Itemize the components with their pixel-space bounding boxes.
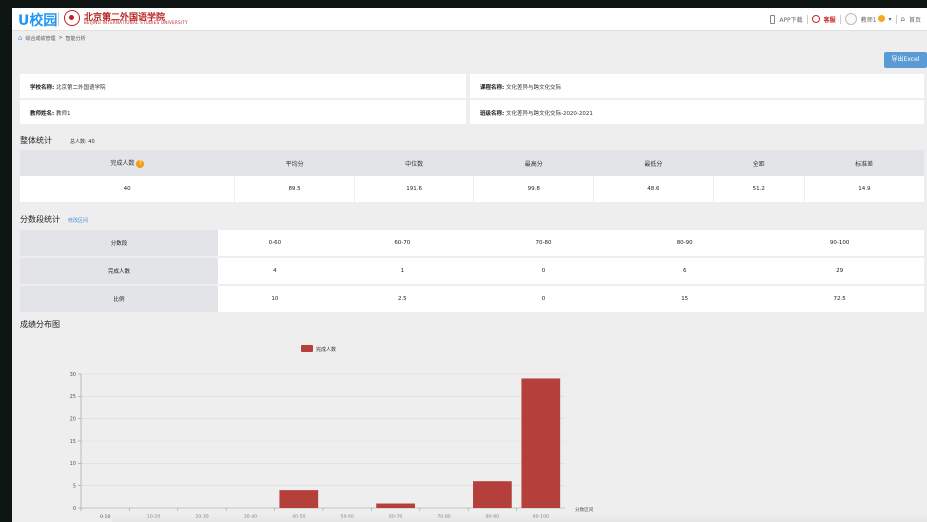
- bar: [279, 490, 319, 508]
- table-cell: 6: [614, 257, 756, 286]
- value-average: 89.5: [234, 176, 355, 202]
- value-stddev: 14.9: [803, 176, 924, 202]
- table-row: 分数段 0-60 60-70 70-80 80-90 90-100: [20, 230, 924, 258]
- y-tick-label: 25: [70, 394, 76, 400]
- top-bar: U校园 北京第二外国语学院 BEIJING INTERNATIONAL STUD…: [12, 8, 927, 31]
- x-tick-label: 0-10: [100, 514, 111, 520]
- table-cell: 60-70: [331, 230, 473, 258]
- help-icon[interactable]: ?: [136, 159, 145, 168]
- row-label: 分数段: [20, 230, 218, 258]
- y-tick-label: 10: [70, 461, 76, 467]
- school-info-card: 学校名称: 北京第二外国语学院: [20, 74, 466, 98]
- bar: [473, 481, 512, 508]
- table-cell: 72.5: [755, 285, 924, 314]
- y-tick-label: 15: [70, 439, 76, 445]
- teacher-info-card: 教师姓名: 教师1: [20, 100, 466, 124]
- y-tick-label: 0: [73, 506, 76, 512]
- legend-swatch: [301, 345, 313, 352]
- header-max: 最高分: [473, 150, 594, 176]
- class-field: 班级名称: 文化差异与跨文化交际-2020-2021: [480, 111, 593, 117]
- header-min: 最低分: [593, 150, 714, 176]
- avatar[interactable]: [844, 13, 857, 25]
- notification-badge: [877, 14, 885, 22]
- divider: [895, 14, 897, 24]
- value-min: 48.6: [593, 176, 714, 202]
- chart-title: 成绩分布图: [20, 320, 60, 329]
- customer-service-icon: [811, 15, 820, 23]
- back-home-icon[interactable]: ⌂: [18, 34, 22, 42]
- teacher-field: 教师姓名: 教师1: [30, 111, 71, 117]
- breadcrumb-current: 智能分析: [65, 35, 86, 42]
- table-cell: 4: [218, 257, 332, 286]
- table-cell: 1: [331, 257, 473, 286]
- home-icon: ⌂: [900, 15, 905, 23]
- header-completed: 完成人数 ?: [20, 150, 235, 176]
- breadcrumb-parent[interactable]: 综合成绩管理: [25, 35, 55, 42]
- phone-icon: [770, 14, 776, 24]
- logo-divider: [58, 12, 59, 26]
- breadcrumb: ⌂ 综合成绩管理 > 智能分析: [18, 34, 86, 42]
- row-label: 比例: [20, 285, 218, 314]
- school-name-en: BEIJING INTERNATIONAL STUDIES UNIVERSITY: [84, 20, 188, 25]
- table-cell: 0: [472, 257, 615, 286]
- table-cell: 70-80: [472, 230, 615, 258]
- y-tick-label: 20: [70, 416, 76, 422]
- table-cell: 0-60: [218, 230, 332, 258]
- value-median: 191.6: [353, 176, 474, 202]
- value-range: 51.2: [712, 176, 805, 202]
- segment-stats-title: 分数段统计: [20, 215, 60, 224]
- y-tick-label: 5: [73, 483, 76, 489]
- user-name[interactable]: 教师1: [861, 14, 885, 24]
- header-average: 平均分: [234, 150, 355, 176]
- table-row: 完成人数 4 1 0 6 29: [20, 257, 924, 286]
- scroll-fade: [112, 513, 927, 522]
- home-link[interactable]: 首页: [909, 15, 921, 24]
- table-cell: 2.5: [331, 285, 473, 314]
- value-max: 99.8: [473, 176, 594, 202]
- segment-stats-table: 分数段 0-60 60-70 70-80 80-90 90-100 完成人数 4…: [20, 230, 924, 314]
- bar: [376, 503, 415, 508]
- app-screen: U校园 北京第二外国语学院 BEIJING INTERNATIONAL STUD…: [12, 8, 927, 522]
- export-excel-button[interactable]: 导出Excel: [884, 52, 927, 68]
- value-completed: 40: [20, 176, 235, 202]
- table-cell: 10: [218, 285, 332, 314]
- top-right-menu: APP下载 客服 教师1 ▾ ⌂ 首页: [770, 8, 921, 30]
- table-header-row: 完成人数 ? 平均分 中位数 最高分 最低分 全距 标准差: [20, 150, 924, 176]
- table-cell: 80-90: [614, 230, 756, 258]
- overall-stats-title: 整体统计: [20, 136, 52, 145]
- school-seal-icon: [64, 10, 80, 26]
- divider: [839, 14, 841, 24]
- class-info-card: 班级名称: 文化差异与跨文化交际-2020-2021: [470, 100, 924, 124]
- table-cell: 29: [755, 257, 924, 286]
- course-info-card: 课程名称: 文化差异与跨文化交际: [470, 74, 924, 98]
- header-median: 中位数: [354, 150, 474, 176]
- row-label: 完成人数: [20, 257, 218, 286]
- score-distribution-chart: 完成人数0510152025300-1010-2020-3030-4040-50…: [70, 345, 594, 520]
- overall-stats-table: 完成人数 ? 平均分 中位数 最高分 最低分 全距 标准差 40 89.5 19…: [20, 150, 924, 202]
- header-stddev: 标准差: [804, 150, 924, 176]
- ucampus-logo[interactable]: U校园: [18, 10, 57, 30]
- app-download-link[interactable]: APP下载: [779, 15, 802, 24]
- table-cell: 0: [472, 285, 615, 314]
- edit-interval-link[interactable]: 修改区间: [68, 217, 88, 224]
- table-row: 40 89.5 191.6 99.8 48.6 51.2 14.9: [20, 176, 924, 202]
- course-field: 课程名称: 文化差异与跨文化交际: [480, 85, 561, 91]
- table-row: 比例 10 2.5 0 15 72.5: [20, 285, 924, 314]
- bar: [521, 378, 561, 508]
- table-cell: 15: [614, 285, 756, 314]
- breadcrumb-separator: >: [58, 35, 63, 41]
- school-field: 学校名称: 北京第二外国语学院: [30, 85, 106, 91]
- table-cell: 90-100: [755, 230, 924, 258]
- total-count: 总人数: 40: [70, 139, 95, 145]
- chevron-down-icon[interactable]: ▾: [889, 16, 892, 23]
- divider: [806, 14, 808, 24]
- customer-service-link[interactable]: 客服: [824, 15, 836, 24]
- header-range: 全距: [713, 150, 805, 176]
- y-tick-label: 30: [70, 372, 76, 378]
- x-axis-label: 分数区间: [575, 506, 594, 513]
- legend-label: 完成人数: [316, 346, 336, 353]
